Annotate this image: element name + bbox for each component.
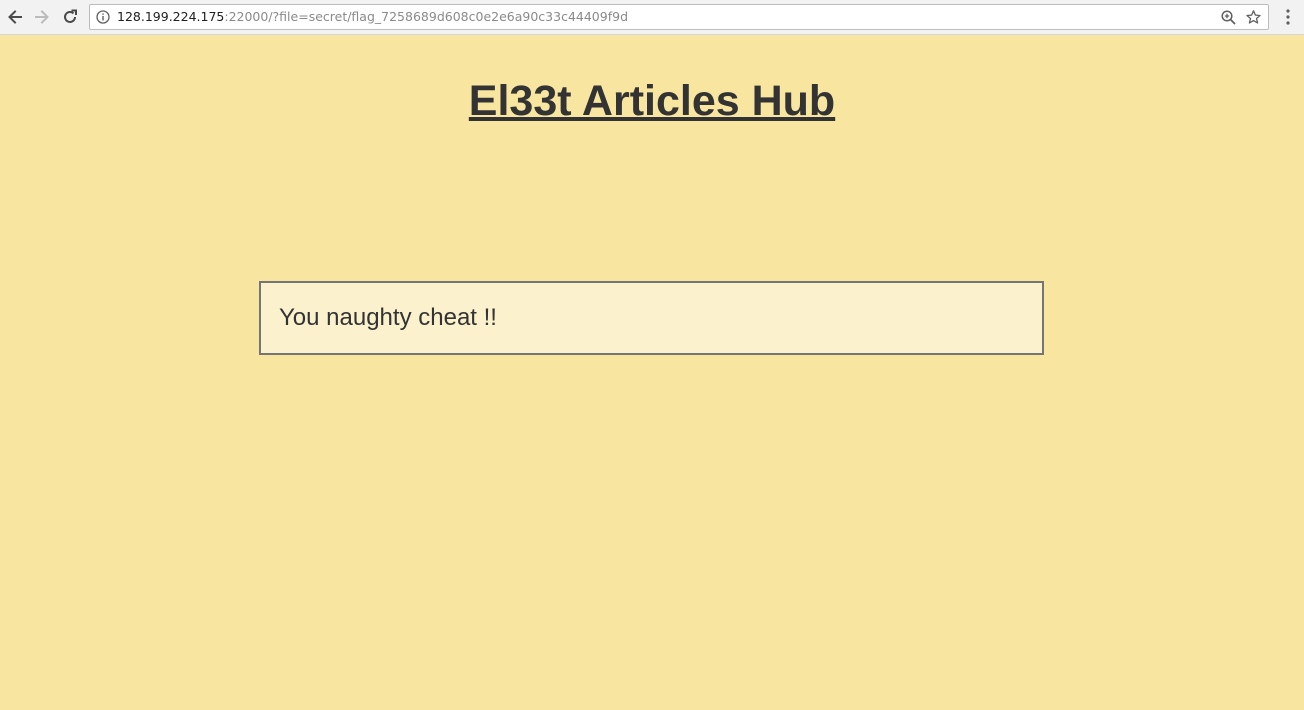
message-text: You naughty cheat !! — [279, 304, 497, 331]
url-path: :22000/?file=secret/flag_7258689d608c0e2… — [224, 9, 628, 24]
arrow-left-icon — [8, 10, 22, 24]
page-title: El33t Articles Hub — [468, 77, 836, 125]
reload-button[interactable] — [58, 5, 82, 29]
zoom-in-icon[interactable] — [1220, 9, 1237, 26]
url-host: 128.199.224.175 — [117, 9, 225, 24]
reload-icon — [64, 9, 77, 23]
forward-button[interactable] — [30, 5, 54, 29]
back-button[interactable] — [3, 5, 27, 29]
browser-toolbar: 128.199.224.175:22000/?file=secret/flag_… — [0, 0, 1304, 35]
message-box: You naughty cheat !! — [259, 281, 1044, 355]
kebab-menu-icon — [1286, 9, 1290, 25]
browser-menu-button[interactable] — [1279, 6, 1297, 28]
url-text[interactable]: 128.199.224.175:22000/?file=secret/flag_… — [117, 9, 628, 25]
address-bar[interactable]: 128.199.224.175:22000/?file=secret/flag_… — [89, 4, 1269, 30]
arrow-right-icon — [35, 10, 49, 24]
info-icon[interactable] — [96, 10, 110, 24]
star-icon[interactable] — [1245, 9, 1262, 26]
